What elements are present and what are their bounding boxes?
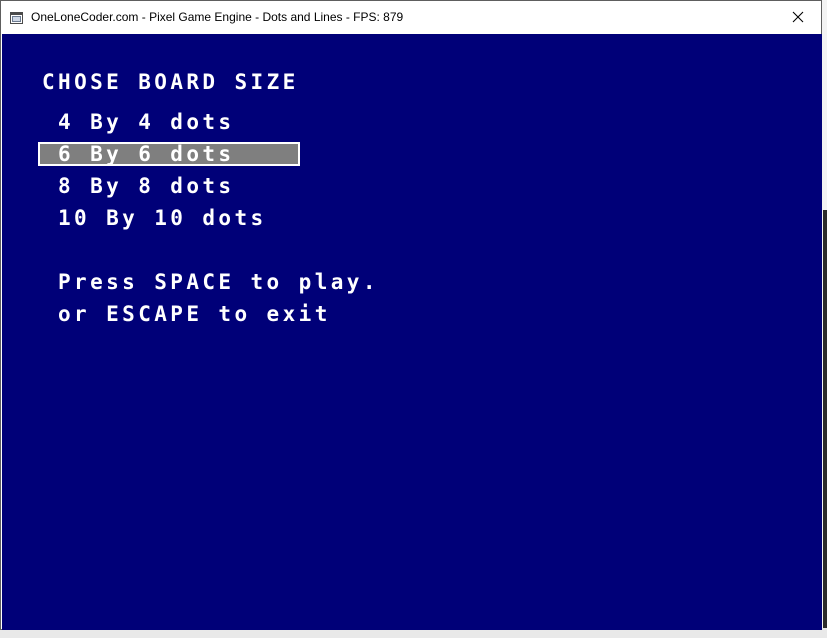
window-title: OneLoneCoder.com - Pixel Game Engine - D… [31, 10, 404, 24]
screen: OneLoneCoder.com - Pixel Game Engine - D… [0, 0, 827, 638]
game-window: OneLoneCoder.com - Pixel Game Engine - D… [0, 0, 822, 630]
close-button[interactable] [775, 1, 821, 33]
menu-option-4x4[interactable]: 4 By 4 dots [58, 110, 234, 134]
menu-heading: CHOSE BOARD SIZE [42, 70, 299, 94]
instruction-exit: or ESCAPE to exit [58, 302, 331, 326]
menu-option-6x6[interactable]: 6 By 6 dots [58, 142, 234, 166]
background-window-edge [823, 210, 827, 638]
game-canvas[interactable]: CHOSE BOARD SIZE 4 By 4 dots 6 By 6 dots… [2, 34, 822, 630]
app-window-icon [10, 11, 23, 24]
title-bar[interactable]: OneLoneCoder.com - Pixel Game Engine - D… [1, 1, 821, 33]
instruction-play: Press SPACE to play. [58, 270, 379, 294]
menu-option-10x10[interactable]: 10 By 10 dots [58, 206, 267, 230]
menu-option-8x8[interactable]: 8 By 8 dots [58, 174, 234, 198]
close-icon [792, 11, 804, 23]
